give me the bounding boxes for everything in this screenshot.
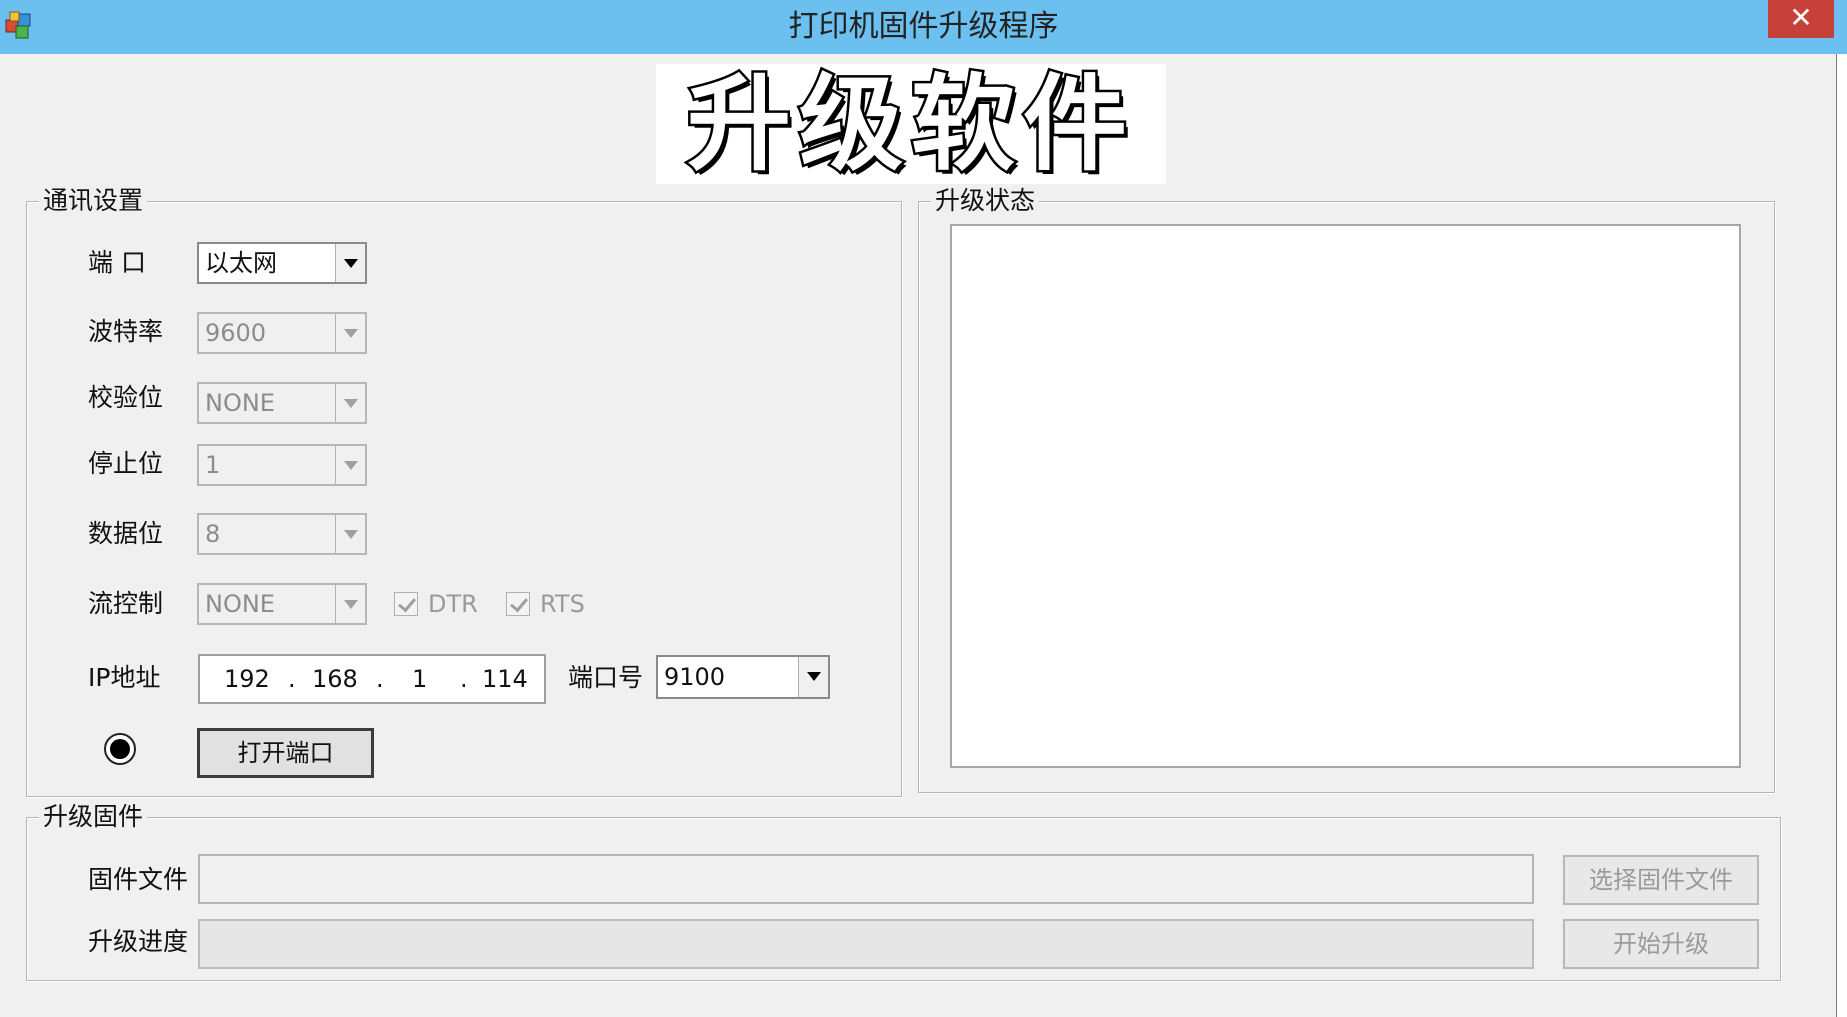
start-upgrade-button-label: 开始升级 <box>1613 930 1709 958</box>
dtr-label: DTR <box>428 590 478 618</box>
firmware-file-field[interactable] <box>198 854 1534 904</box>
ip-dot: . <box>288 665 296 693</box>
start-upgrade-button[interactable]: 开始升级 <box>1563 919 1759 969</box>
ip-octet-1[interactable]: 192 <box>224 656 270 702</box>
title-bar: 打印机固件升级程序 ✕ <box>0 0 1847 54</box>
close-icon: ✕ <box>1789 1 1813 34</box>
databits-value: 8 <box>205 520 221 548</box>
firmware-legend: 升级固件 <box>39 802 148 832</box>
stopbits-label: 停止位 <box>88 449 164 478</box>
ip-octet-2[interactable]: 168 <box>312 656 358 702</box>
banner-logo: 升级软件 <box>656 62 1166 187</box>
app-window: 打印机固件升级程序 ✕ 升级软件 通讯设置 端 口 以太网 波特率 9600 校… <box>0 0 1847 1017</box>
databits-combo[interactable]: 8 <box>197 513 367 555</box>
open-port-button-label: 打开端口 <box>237 739 334 767</box>
select-firmware-button-label: 选择固件文件 <box>1589 866 1733 894</box>
ip-octet-4[interactable]: 114 <box>482 656 528 702</box>
flow-label: 流控制 <box>88 589 164 618</box>
ip-dot: . <box>460 665 468 693</box>
port-label: 端 口 <box>88 248 146 277</box>
baud-label: 波特率 <box>88 317 164 346</box>
rts-checkbox[interactable] <box>506 592 530 616</box>
chevron-down-icon[interactable] <box>335 446 365 484</box>
ip-label: IP地址 <box>88 663 161 692</box>
chevron-down-icon[interactable] <box>335 585 365 623</box>
port-value: 以太网 <box>205 249 277 277</box>
dtr-checkbox[interactable] <box>394 592 418 616</box>
flow-combo[interactable]: NONE <box>197 583 367 625</box>
chevron-down-icon[interactable] <box>335 314 365 352</box>
chevron-down-icon[interactable] <box>335 384 365 422</box>
select-firmware-button[interactable]: 选择固件文件 <box>1563 855 1759 905</box>
upgrade-status-legend: 升级状态 <box>931 186 1040 216</box>
parity-label: 校验位 <box>88 383 164 412</box>
baud-combo[interactable]: 9600 <box>197 312 367 354</box>
stopbits-combo[interactable]: 1 <box>197 444 367 486</box>
background-window-edge <box>1836 54 1847 1017</box>
window-title: 打印机固件升级程序 <box>788 9 1059 44</box>
ip-octet-3[interactable]: 1 <box>412 656 427 702</box>
stopbits-value: 1 <box>205 451 221 479</box>
port-combo[interactable]: 以太网 <box>197 242 367 284</box>
open-port-button[interactable]: 打开端口 <box>197 728 374 778</box>
chevron-down-icon[interactable] <box>335 515 365 553</box>
flow-value: NONE <box>205 590 275 618</box>
rts-label: RTS <box>540 590 585 618</box>
comm-settings-legend: 通讯设置 <box>39 186 148 216</box>
close-button[interactable]: ✕ <box>1768 0 1834 38</box>
upgrade-progress-bar <box>198 919 1534 969</box>
banner-text: 升级软件 <box>684 62 1135 187</box>
baud-value: 9600 <box>205 319 267 347</box>
ip-address-field[interactable]: 192 . 168 . 1 . 114 <box>198 654 546 704</box>
ip-dot: . <box>376 665 384 693</box>
portnum-label: 端口号 <box>568 663 644 692</box>
databits-label: 数据位 <box>88 519 164 548</box>
status-log[interactable] <box>950 224 1741 768</box>
upgrade-progress-label: 升级进度 <box>88 927 189 956</box>
portnum-combo[interactable]: 9100 <box>656 655 830 699</box>
parity-value: NONE <box>205 389 275 417</box>
portnum-value: 9100 <box>664 663 726 691</box>
parity-combo[interactable]: NONE <box>197 382 367 424</box>
chevron-down-icon[interactable] <box>798 657 828 697</box>
comm-settings-group: 通讯设置 <box>26 186 902 797</box>
firmware-file-label: 固件文件 <box>88 865 189 894</box>
chevron-down-icon[interactable] <box>335 244 365 282</box>
connection-status-indicator <box>104 733 136 765</box>
